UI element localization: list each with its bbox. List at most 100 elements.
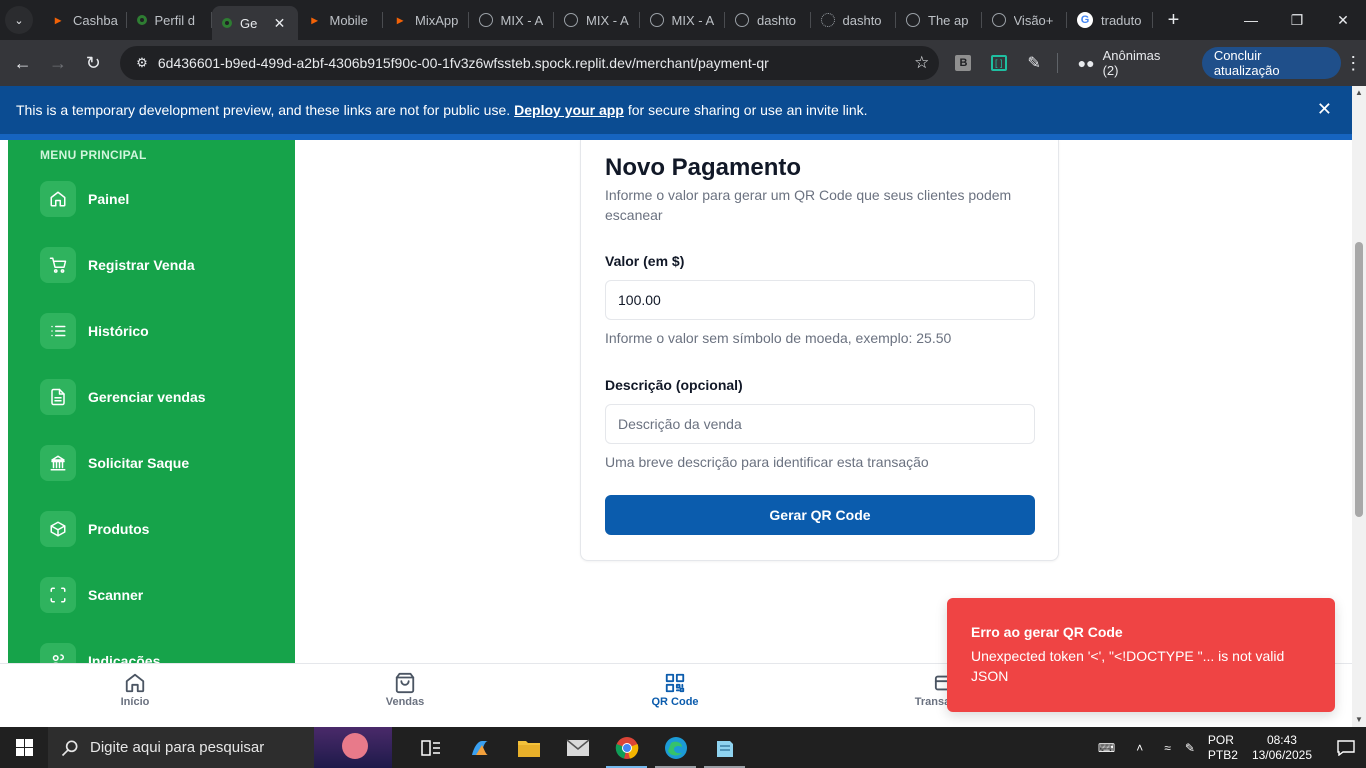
globe-icon: [991, 13, 1006, 27]
browser-tab[interactable]: Gtraduto: [1067, 0, 1153, 40]
browser-tab[interactable]: ▸ Mobile: [298, 0, 384, 40]
browser-tab[interactable]: dashto: [811, 0, 897, 40]
payment-form-card: Novo Pagamento Informe o valor para gera…: [580, 140, 1059, 561]
replit-icon: ▸: [54, 13, 62, 27]
forward-icon[interactable]: →: [41, 46, 74, 80]
browser-tab[interactable]: MIX - A: [469, 0, 555, 40]
browser-tab-strip: ⌄ ▸ Cashba Perfil d Ge ✕ ▸ Mobile ▸ MixApp M…: [0, 0, 1366, 40]
replit-run-icon: [222, 18, 232, 28]
bag-icon: [395, 672, 415, 694]
tab-search-chevron-icon[interactable]: ⌄: [5, 6, 33, 34]
bottom-nav-vendas[interactable]: Vendas: [355, 672, 455, 708]
sidebar-item-produtos[interactable]: Produtos: [40, 511, 149, 547]
amount-label: Valor (em $): [605, 253, 685, 269]
browser-tab[interactable]: Visão+: [982, 0, 1068, 40]
clock[interactable]: 08:43 13/06/2025: [1244, 733, 1326, 763]
scan-icon: [40, 577, 76, 613]
sidebar-item-solicitar-saque[interactable]: Solicitar Saque: [40, 445, 189, 481]
browser-tab[interactable]: dashto: [725, 0, 811, 40]
update-chrome-button[interactable]: Concluir atualização: [1201, 47, 1341, 79]
mail-icon[interactable]: [553, 727, 602, 768]
browser-tab[interactable]: ▸ MixApp: [383, 0, 469, 40]
generate-qr-button[interactable]: Gerar QR Code: [605, 495, 1035, 535]
back-icon[interactable]: ←: [6, 46, 39, 80]
sidebar-item-indicacoes[interactable]: Indicações: [40, 643, 160, 663]
description-help-text: Uma breve descrição para identificar est…: [605, 454, 929, 470]
document-icon: [40, 379, 76, 415]
sidebar-item-scanner[interactable]: Scanner: [40, 577, 143, 613]
deploy-app-link[interactable]: Deploy your app: [514, 102, 624, 118]
sidebar-item-label: Indicações: [88, 653, 161, 663]
copilot-icon[interactable]: [455, 727, 504, 768]
task-view-icon[interactable]: [406, 727, 455, 768]
extensions-puzzle-icon[interactable]: ✎: [1017, 46, 1050, 80]
browser-tab[interactable]: MIX - A: [554, 0, 640, 40]
bottom-nav-qr-code[interactable]: QR Code: [625, 672, 725, 708]
sidebar-item-painel[interactable]: Painel: [40, 181, 129, 217]
show-hidden-icons-chevron-icon[interactable]: ˄: [1122, 741, 1157, 755]
taskbar-search-placeholder: Digite aqui para pesquisar: [90, 739, 265, 756]
language-indicator[interactable]: POR PTB2: [1202, 733, 1244, 763]
extension-bracket-icon[interactable]: [ ]: [982, 46, 1015, 80]
sidebar-item-label: Produtos: [88, 521, 150, 537]
sidebar-item-registrar-venda[interactable]: Registrar Venda: [40, 247, 195, 283]
address-bar[interactable]: ⚙ 6d436601-b9ed-499d-a2bf-4306b915f90c-0…: [119, 46, 939, 80]
bookmark-star-icon[interactable]: ☆: [905, 53, 939, 73]
replit-icon: ▸: [311, 13, 318, 27]
sidebar: MENU PRINCIPAL Painel Registrar Venda Hi…: [8, 140, 295, 663]
page-scrollbar[interactable]: ▲ ▼: [1352, 86, 1366, 727]
box-icon: [40, 511, 76, 547]
extension-b-icon[interactable]: B: [947, 46, 980, 80]
taskbar-search[interactable]: Digite aqui para pesquisar: [48, 727, 392, 768]
file-explorer-icon[interactable]: [504, 727, 553, 768]
edge-icon[interactable]: [651, 727, 700, 768]
more-menu-icon[interactable]: ⋮: [1341, 53, 1366, 74]
incognito-profile-button[interactable]: ●● Anônimas (2): [1068, 48, 1188, 78]
close-tab-icon[interactable]: ✕: [272, 15, 288, 31]
windows-start-icon[interactable]: [0, 727, 48, 768]
reload-icon[interactable]: ↻: [77, 46, 110, 80]
globe-icon: [906, 13, 920, 27]
notepad-icon[interactable]: [700, 727, 749, 768]
notification-center-icon[interactable]: [1326, 739, 1366, 756]
minimize-icon[interactable]: —: [1228, 0, 1274, 40]
sidebar-item-label: Histórico: [88, 323, 149, 339]
replit-icon: ▸: [396, 13, 404, 27]
scroll-down-icon[interactable]: ▼: [1352, 713, 1366, 727]
toolbar-divider: [1056, 53, 1058, 73]
bottom-nav-label: QR Code: [651, 696, 699, 708]
browser-toolbar: ← → ↻ ⚙ 6d436601-b9ed-499d-a2bf-4306b915…: [0, 40, 1366, 86]
bottom-nav-label: Vendas: [385, 696, 425, 708]
bottom-nav-inicio[interactable]: Início: [85, 672, 185, 708]
windows-taskbar: Digite aqui para pesquisar ⌨ ˄ ≈ ✎ POR P…: [0, 727, 1366, 768]
chrome-icon[interactable]: [602, 727, 651, 768]
sidebar-item-historico[interactable]: Histórico: [40, 313, 149, 349]
error-toast[interactable]: Erro ao gerar QR Code Unexpected token '…: [947, 598, 1335, 712]
close-window-icon[interactable]: ✕: [1320, 0, 1366, 40]
pen-icon[interactable]: ✎: [1178, 741, 1202, 755]
qr-icon: [665, 673, 685, 693]
browser-tab[interactable]: MIX - A: [640, 0, 726, 40]
description-input[interactable]: Descrição da venda: [605, 404, 1035, 444]
restore-icon[interactable]: ❐: [1274, 0, 1320, 40]
close-banner-icon[interactable]: ✕: [1317, 99, 1332, 120]
clock-time: 08:43: [1266, 732, 1297, 747]
scroll-up-icon[interactable]: ▲: [1352, 86, 1366, 100]
globe-icon: [564, 13, 578, 27]
sidebar-item-gerenciar-vendas[interactable]: Gerenciar vendas: [40, 379, 206, 415]
scrollbar-thumb[interactable]: [1355, 242, 1363, 517]
browser-tab[interactable]: The ap: [896, 0, 982, 40]
amount-help-text: Informe o valor sem símbolo de moeda, ex…: [605, 330, 952, 346]
browser-tab[interactable]: Perfil d: [127, 0, 213, 40]
home-icon: [125, 673, 145, 693]
incognito-icon: ●●: [1077, 55, 1095, 71]
new-tab-button[interactable]: +: [1159, 9, 1189, 32]
touch-keyboard-icon[interactable]: ⌨: [1091, 741, 1122, 755]
wifi-icon[interactable]: ≈: [1157, 741, 1178, 755]
site-settings-icon[interactable]: ⚙: [128, 55, 156, 71]
amount-input[interactable]: 100.00: [605, 280, 1035, 320]
browser-tab[interactable]: ▸ Cashba: [41, 0, 127, 40]
url-text[interactable]: 6d436601-b9ed-499d-a2bf-4306b915f90c-00-…: [158, 55, 905, 71]
sidebar-item-label: Solicitar Saque: [88, 455, 190, 471]
browser-tab-active[interactable]: Ge ✕: [212, 6, 298, 40]
